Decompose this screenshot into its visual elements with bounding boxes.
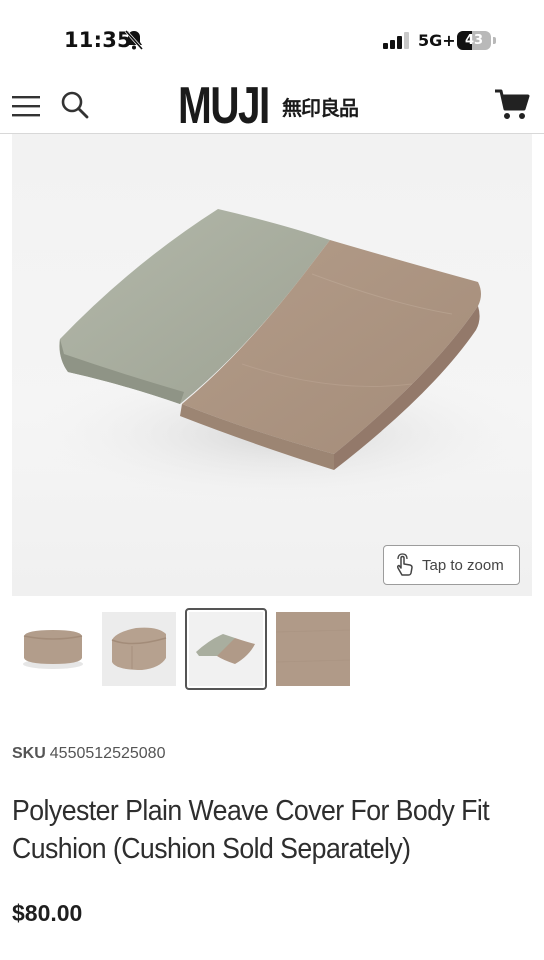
network-label: 5G+ bbox=[418, 31, 456, 50]
tap-to-zoom-button[interactable]: Tap to zoom bbox=[383, 545, 520, 585]
thumbnail-cushion-side[interactable] bbox=[16, 612, 90, 686]
search-icon[interactable] bbox=[60, 90, 90, 120]
status-time: 11:35 bbox=[64, 28, 132, 52]
cushion-side-image bbox=[23, 630, 83, 669]
thumbnail-folded-cover[interactable] bbox=[189, 612, 263, 686]
battery-percent: 43 bbox=[464, 33, 484, 48]
cushion-angle-image bbox=[111, 627, 167, 670]
logo-wordmark: MUJI bbox=[178, 77, 270, 135]
menu-icon[interactable] bbox=[12, 94, 42, 118]
thumbnail-cushion-angle[interactable] bbox=[102, 612, 176, 686]
status-bar: 11:35 5G+ 43 bbox=[0, 0, 544, 78]
tap-gesture-icon bbox=[396, 553, 413, 576]
fabric-swatch-image bbox=[276, 612, 350, 686]
product-title: Polyester Plain Weave Cover For Body Fit… bbox=[12, 795, 490, 865]
product-price: $80.00 bbox=[12, 900, 83, 926]
battery-indicator: 43 bbox=[457, 31, 491, 50]
product-main-image[interactable] bbox=[12, 134, 532, 596]
battery-nub bbox=[493, 37, 496, 44]
sku-line: SKU 4550512525080 bbox=[12, 745, 165, 763]
signal-icon bbox=[383, 32, 409, 49]
folded-cover-image bbox=[196, 634, 255, 664]
sku-label: SKU bbox=[12, 745, 46, 762]
logo-kanji: 無印良品 bbox=[282, 95, 359, 120]
bell-slash-icon bbox=[124, 30, 144, 50]
muji-logo[interactable]: MUJI 無印良品 bbox=[178, 77, 359, 135]
cart-icon[interactable] bbox=[494, 88, 530, 122]
tap-to-zoom-label: Tap to zoom bbox=[422, 556, 504, 574]
sku-value: 4550512525080 bbox=[49, 745, 166, 762]
folded-cover-illustration bbox=[32, 209, 532, 504]
thumbnail-fabric-swatch[interactable] bbox=[276, 612, 350, 686]
site-header: MUJI 無印良品 bbox=[0, 78, 544, 134]
